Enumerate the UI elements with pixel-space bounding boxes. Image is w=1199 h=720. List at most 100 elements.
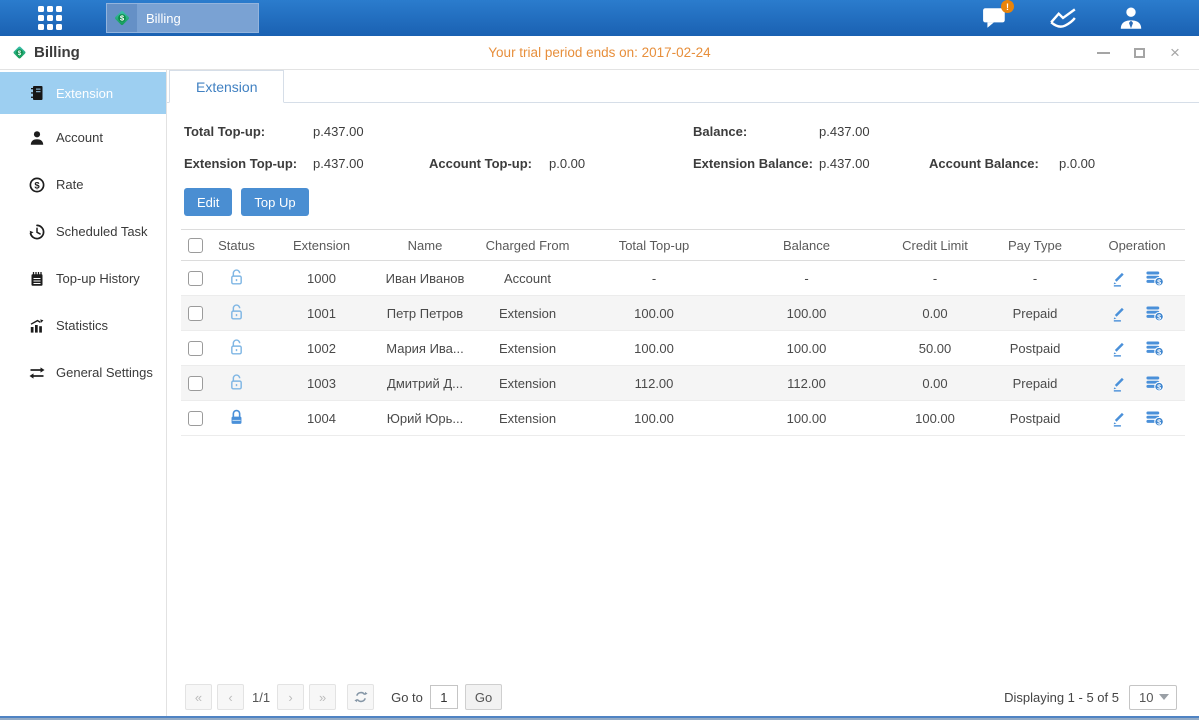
name-cell: Юрий Юрь... — [379, 401, 471, 436]
trial-notice: Your trial period ends on: 2017-02-24 — [0, 45, 1199, 60]
status-cell — [209, 296, 264, 331]
prev-page-button[interactable]: ‹ — [217, 684, 244, 710]
svg-text:$: $ — [1157, 313, 1161, 321]
table-row[interactable]: 1004Юрий Юрь...Extension100.00100.00100.… — [181, 401, 1185, 436]
charged-from-cell: Extension — [471, 296, 584, 331]
goto-page-input[interactable] — [430, 685, 458, 709]
unlocked-icon — [228, 338, 245, 356]
notifications-icon[interactable]: ! — [979, 5, 1011, 31]
dollar-circle-icon: $ — [29, 177, 45, 193]
pay-type-cell: Postpaid — [981, 331, 1089, 366]
main-panel: Extension Total Top-up: p.437.00 Balance… — [167, 70, 1199, 716]
table-row[interactable]: 1000Иван ИвановAccount----$ — [181, 261, 1185, 296]
col-credit-limit: Credit Limit — [889, 230, 981, 261]
taskbar-item-billing[interactable]: $ Billing — [106, 3, 259, 33]
sidebar-item-label: General Settings — [56, 365, 153, 380]
svg-text:$: $ — [1157, 348, 1161, 356]
app-launcher-icon[interactable] — [38, 6, 62, 30]
sidebar-item-label: Extension — [56, 86, 113, 101]
svg-text:$: $ — [34, 180, 40, 191]
row-checkbox[interactable] — [188, 306, 203, 321]
ledger-icon — [29, 85, 45, 101]
balance-cell: - — [724, 261, 889, 296]
next-page-button[interactable]: › — [277, 684, 304, 710]
top-up-extension-icon[interactable]: $ — [1145, 269, 1164, 287]
notification-badge: ! — [1001, 0, 1014, 13]
minimize-button[interactable] — [1095, 45, 1111, 61]
go-button[interactable]: Go — [465, 684, 502, 710]
charged-from-cell: Extension — [471, 401, 584, 436]
extension-cell: 1003 — [264, 366, 379, 401]
billing-diamond-icon: $ — [11, 44, 28, 61]
refresh-button[interactable] — [347, 684, 374, 710]
person-icon — [29, 130, 45, 146]
sidebar-item-label: Rate — [56, 177, 83, 192]
extension-topup-label: Extension Top-up: — [184, 156, 313, 171]
first-page-button[interactable]: « — [185, 684, 212, 710]
sidebar-item-extension[interactable]: Extension — [0, 72, 166, 114]
edit-extension-icon[interactable] — [1111, 270, 1128, 287]
edit-extension-icon[interactable] — [1111, 410, 1128, 427]
status-cell — [209, 261, 264, 296]
row-checkbox[interactable] — [188, 411, 203, 426]
maximize-button[interactable] — [1131, 45, 1147, 61]
extension-cell: 1002 — [264, 331, 379, 366]
pay-type-cell: Postpaid — [981, 401, 1089, 436]
top-up-extension-icon[interactable]: $ — [1145, 409, 1164, 427]
summary-section: Total Top-up: p.437.00 Balance: p.437.00… — [184, 124, 1199, 171]
table-row[interactable]: 1002Мария Ива...Extension100.00100.0050.… — [181, 331, 1185, 366]
balance-cell: 112.00 — [724, 366, 889, 401]
svg-text:$: $ — [120, 14, 125, 23]
account-balance-value: p.0.00 — [1059, 156, 1095, 171]
sidebar-item-label: Statistics — [56, 318, 108, 333]
row-checkbox[interactable] — [188, 341, 203, 356]
sidebar-item-topup-history[interactable]: Top-up History — [0, 255, 166, 302]
unlocked-icon — [228, 303, 245, 321]
total-topup-cell: 112.00 — [584, 366, 724, 401]
extension-cell: 1000 — [264, 261, 379, 296]
col-balance: Balance — [724, 230, 889, 261]
window-bottom-edge — [0, 716, 1199, 720]
col-pay-type: Pay Type — [981, 230, 1089, 261]
edit-button[interactable]: Edit — [184, 188, 232, 216]
credit-limit-cell: 100.00 — [889, 401, 981, 436]
balance-value: p.437.00 — [819, 124, 870, 139]
sidebar-item-account[interactable]: Account — [0, 114, 166, 161]
charged-from-cell: Account — [471, 261, 584, 296]
extension-topup-value: p.437.00 — [313, 156, 429, 171]
close-button[interactable]: × — [1167, 45, 1183, 61]
last-page-button[interactable]: » — [309, 684, 336, 710]
tab-extension[interactable]: Extension — [169, 70, 284, 103]
edit-extension-icon[interactable] — [1111, 375, 1128, 392]
select-all-checkbox[interactable] — [188, 238, 203, 253]
sidebar-item-general-settings[interactable]: General Settings — [0, 349, 166, 396]
top-up-extension-icon[interactable]: $ — [1145, 304, 1164, 322]
top-up-extension-icon[interactable]: $ — [1145, 374, 1164, 392]
table-row[interactable]: 1001Петр ПетровExtension100.00100.000.00… — [181, 296, 1185, 331]
page-size-select[interactable]: 10 — [1129, 685, 1177, 710]
status-cell — [209, 401, 264, 436]
edit-extension-icon[interactable] — [1111, 305, 1128, 322]
sliders-icon — [29, 365, 45, 381]
charged-from-cell: Extension — [471, 366, 584, 401]
credit-limit-cell: 0.00 — [889, 296, 981, 331]
sidebar-item-rate[interactable]: $ Rate — [0, 161, 166, 208]
resource-monitor-icon[interactable] — [1047, 5, 1079, 31]
unlocked-icon — [228, 268, 245, 286]
status-cell — [209, 331, 264, 366]
sidebar-item-statistics[interactable]: Statistics — [0, 302, 166, 349]
notebook-icon — [29, 271, 45, 287]
row-checkbox[interactable] — [188, 271, 203, 286]
sidebar-item-scheduled-task[interactable]: Scheduled Task — [0, 208, 166, 255]
total-topup-cell: 100.00 — [584, 331, 724, 366]
top-up-extension-icon[interactable]: $ — [1145, 339, 1164, 357]
table-row[interactable]: 1003Дмитрий Д...Extension112.00112.000.0… — [181, 366, 1185, 401]
user-account-icon[interactable] — [1115, 5, 1147, 31]
row-checkbox[interactable] — [188, 376, 203, 391]
name-cell: Петр Петров — [379, 296, 471, 331]
billing-diamond-icon: $ — [107, 4, 137, 32]
total-topup-label: Total Top-up: — [184, 124, 313, 139]
edit-extension-icon[interactable] — [1111, 340, 1128, 357]
extension-balance-value: p.437.00 — [819, 156, 929, 171]
top-up-button[interactable]: Top Up — [241, 188, 308, 216]
